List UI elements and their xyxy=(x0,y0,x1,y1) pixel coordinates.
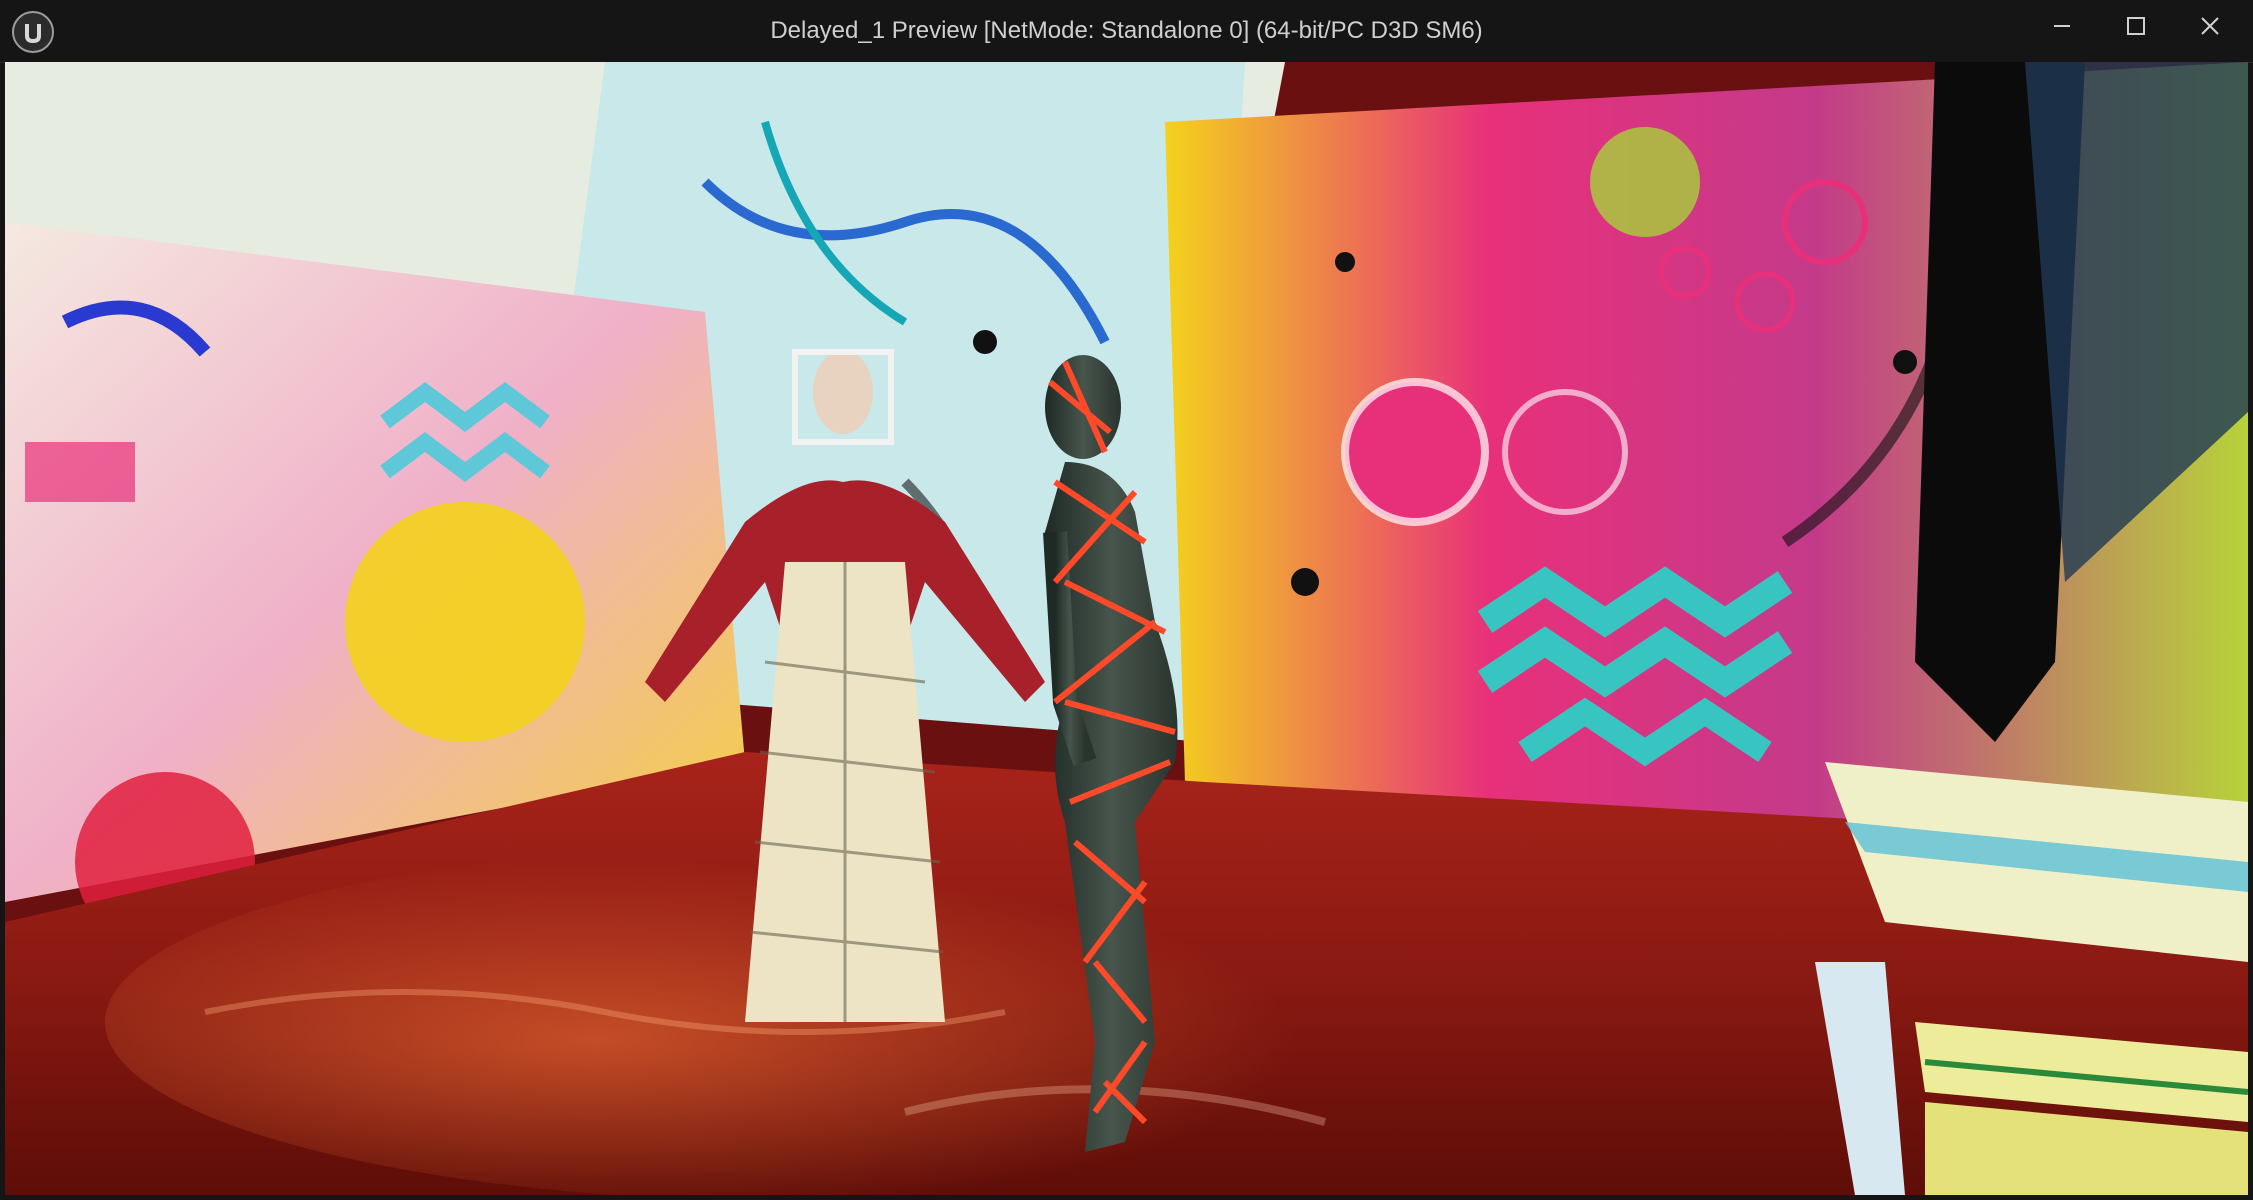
close-button[interactable] xyxy=(2174,0,2246,52)
game-preview-window: Delayed_1 Preview [NetMode: Standalone 0… xyxy=(0,0,2253,1200)
close-icon xyxy=(2201,17,2219,35)
window-title: Delayed_1 Preview [NetMode: Standalone 0… xyxy=(770,17,1483,44)
maximize-button[interactable] xyxy=(2100,0,2172,52)
title-bar[interactable]: Delayed_1 Preview [NetMode: Standalone 0… xyxy=(0,0,2253,63)
minimize-icon xyxy=(2054,25,2070,27)
game-viewport[interactable] xyxy=(5,62,2248,1195)
maximize-icon xyxy=(2127,17,2145,35)
minimize-button[interactable] xyxy=(2026,0,2098,52)
scene-render xyxy=(5,62,2248,1195)
